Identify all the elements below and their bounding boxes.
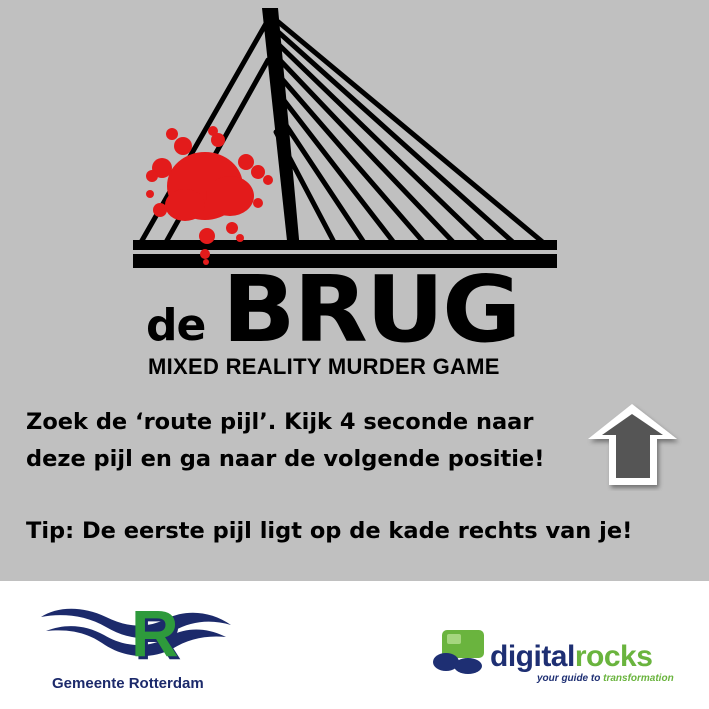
logo-subtitle: MIXED REALITY MURDER GAME xyxy=(148,354,500,379)
digitalrocks-name: digitalrocks xyxy=(490,640,653,674)
digitalrocks-tagline: your guide to transformation xyxy=(537,673,674,684)
tip-text: Tip: De eerste pijl ligt op de kade rech… xyxy=(26,518,633,544)
digitalrocks-tagline-part2: transformation xyxy=(603,673,674,684)
instruction-line-2: deze pijl en ga naar de volgende positie… xyxy=(26,446,545,472)
game-card: de BRUG MIXED REALITY MURDER GAME Zoek d… xyxy=(0,0,709,709)
rotterdam-label: Gemeente Rotterdam xyxy=(52,675,204,692)
svg-text:R: R xyxy=(131,597,179,670)
rotterdam-logo-icon: R R xyxy=(41,597,231,673)
logo-title: BRUG xyxy=(222,256,521,363)
digitalrocks-tagline-part1: your guide to xyxy=(537,673,604,684)
digitalrocks-name-part1: digital xyxy=(490,640,575,673)
digitalrocks-logo-icon xyxy=(433,630,484,674)
up-arrow-icon xyxy=(588,404,677,485)
bridge-logo-icon xyxy=(133,8,557,268)
digitalrocks-name-part2: rocks xyxy=(574,640,653,673)
logo-prefix: de xyxy=(146,300,206,351)
instruction-line-1: Zoek de ‘route pijl’. Kijk 4 seconde naa… xyxy=(26,409,534,435)
instruction-text: Zoek de ‘route pijl’. Kijk 4 seconde naa… xyxy=(26,404,586,478)
